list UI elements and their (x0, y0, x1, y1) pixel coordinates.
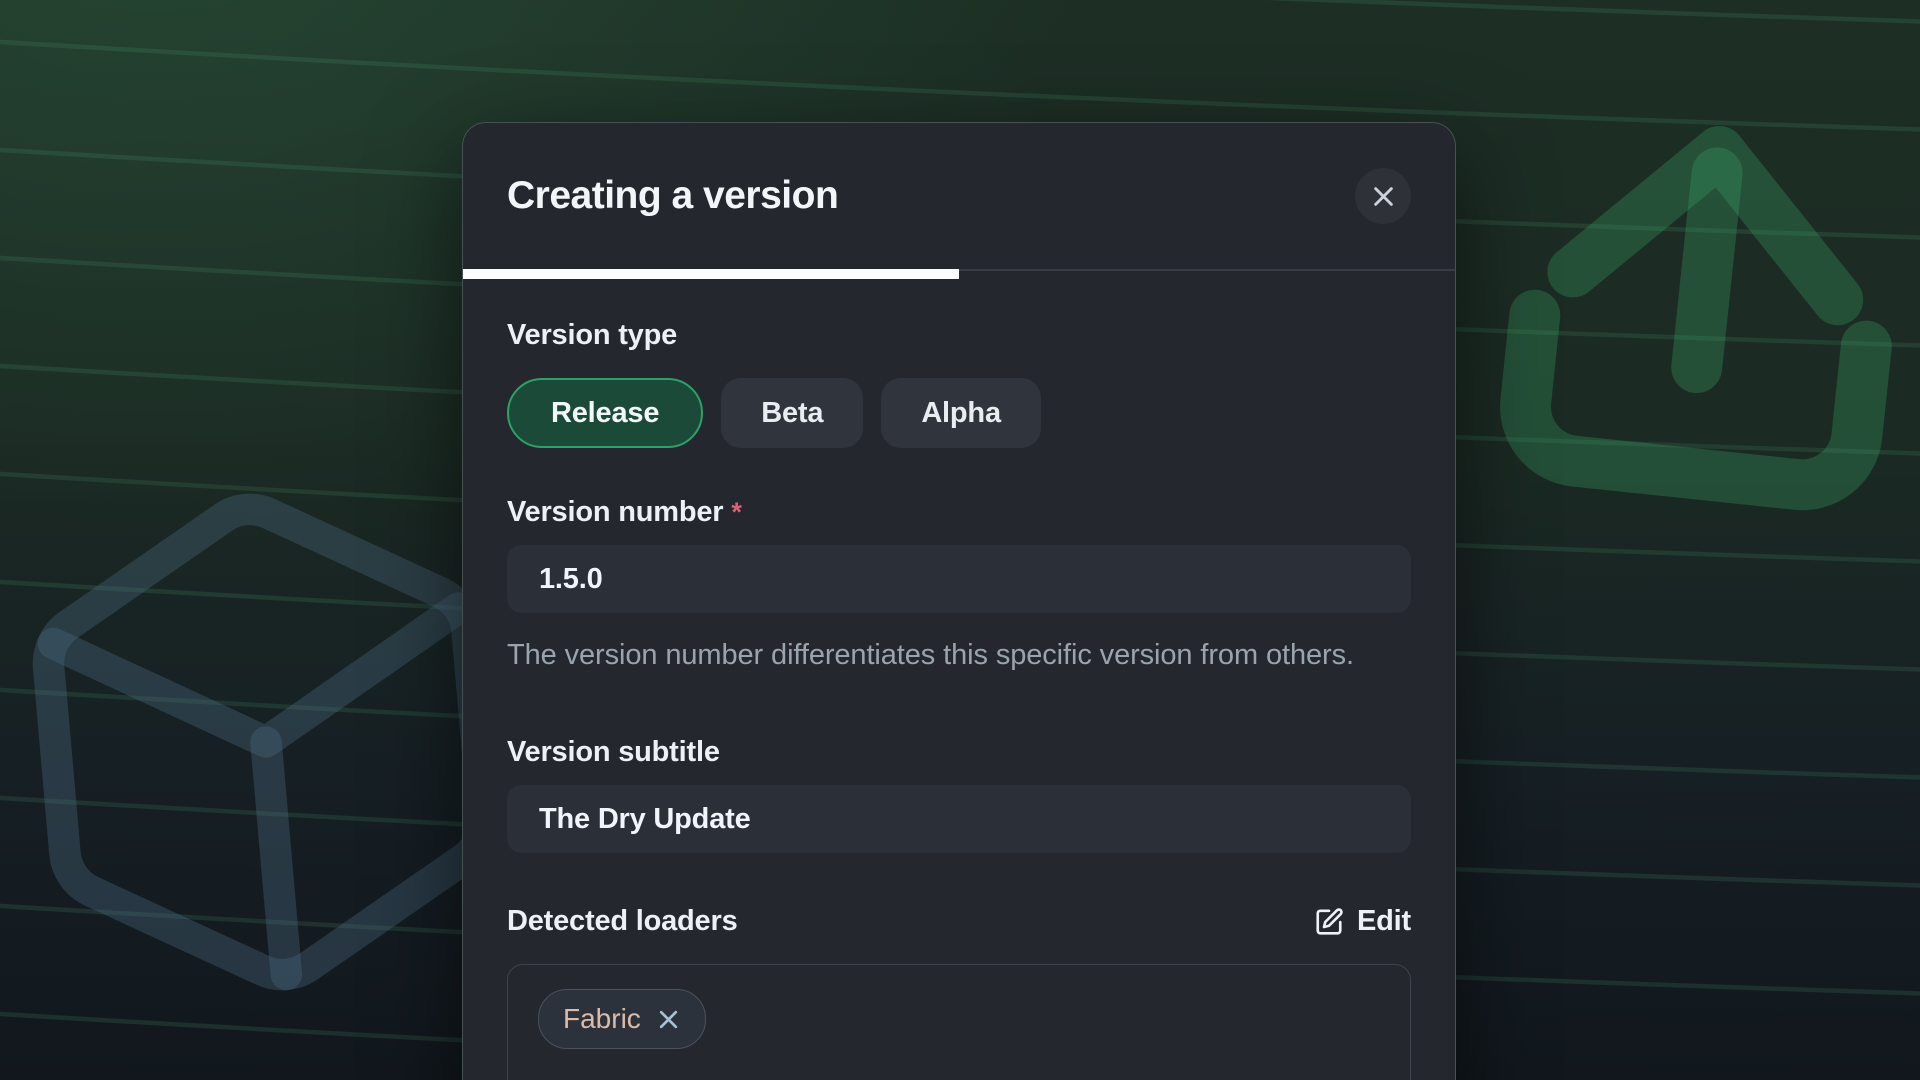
x-icon (1370, 183, 1397, 210)
detected-loaders-label: Detected loaders (507, 905, 738, 938)
detected-loaders-header: Detected loaders Edit (507, 905, 1411, 938)
create-version-modal: Creating a version Version type Release … (462, 122, 1456, 1080)
version-type-beta-button[interactable]: Beta (721, 378, 863, 448)
detected-loaders-box: Fabric (507, 964, 1411, 1080)
modal-title: Creating a version (507, 174, 838, 218)
page-background: Creating a version Version type Release … (0, 0, 1920, 1080)
step-progress-fill (463, 269, 959, 279)
edit-label: Edit (1357, 905, 1411, 938)
version-number-label: Version number * (507, 496, 1411, 529)
version-type-options: Release Beta Alpha (507, 378, 1411, 448)
version-subtitle-input[interactable] (507, 785, 1411, 853)
loader-chip-fabric: Fabric (538, 989, 706, 1049)
version-type-alpha-button[interactable]: Alpha (881, 378, 1041, 448)
edit-loaders-button[interactable]: Edit (1314, 905, 1411, 938)
close-button[interactable] (1355, 168, 1411, 224)
version-type-label: Version type (507, 319, 1411, 352)
version-number-input[interactable] (507, 545, 1411, 613)
step-progress-bar (463, 269, 1455, 279)
version-number-helper-text: The version number differentiates this s… (507, 633, 1367, 678)
loader-chip-label: Fabric (563, 1003, 641, 1035)
modal-body: Version type Release Beta Alpha Version … (463, 279, 1455, 1080)
upload-arrow-icon (1429, 57, 1920, 577)
version-number-label-text: Version number (507, 496, 723, 529)
x-icon (656, 1007, 681, 1032)
modal-header: Creating a version (463, 123, 1455, 269)
edit-pencil-icon (1314, 907, 1344, 937)
required-asterisk: * (731, 497, 741, 528)
remove-loader-button[interactable] (656, 1007, 681, 1032)
version-subtitle-label: Version subtitle (507, 736, 1411, 769)
version-type-release-button[interactable]: Release (507, 378, 703, 448)
